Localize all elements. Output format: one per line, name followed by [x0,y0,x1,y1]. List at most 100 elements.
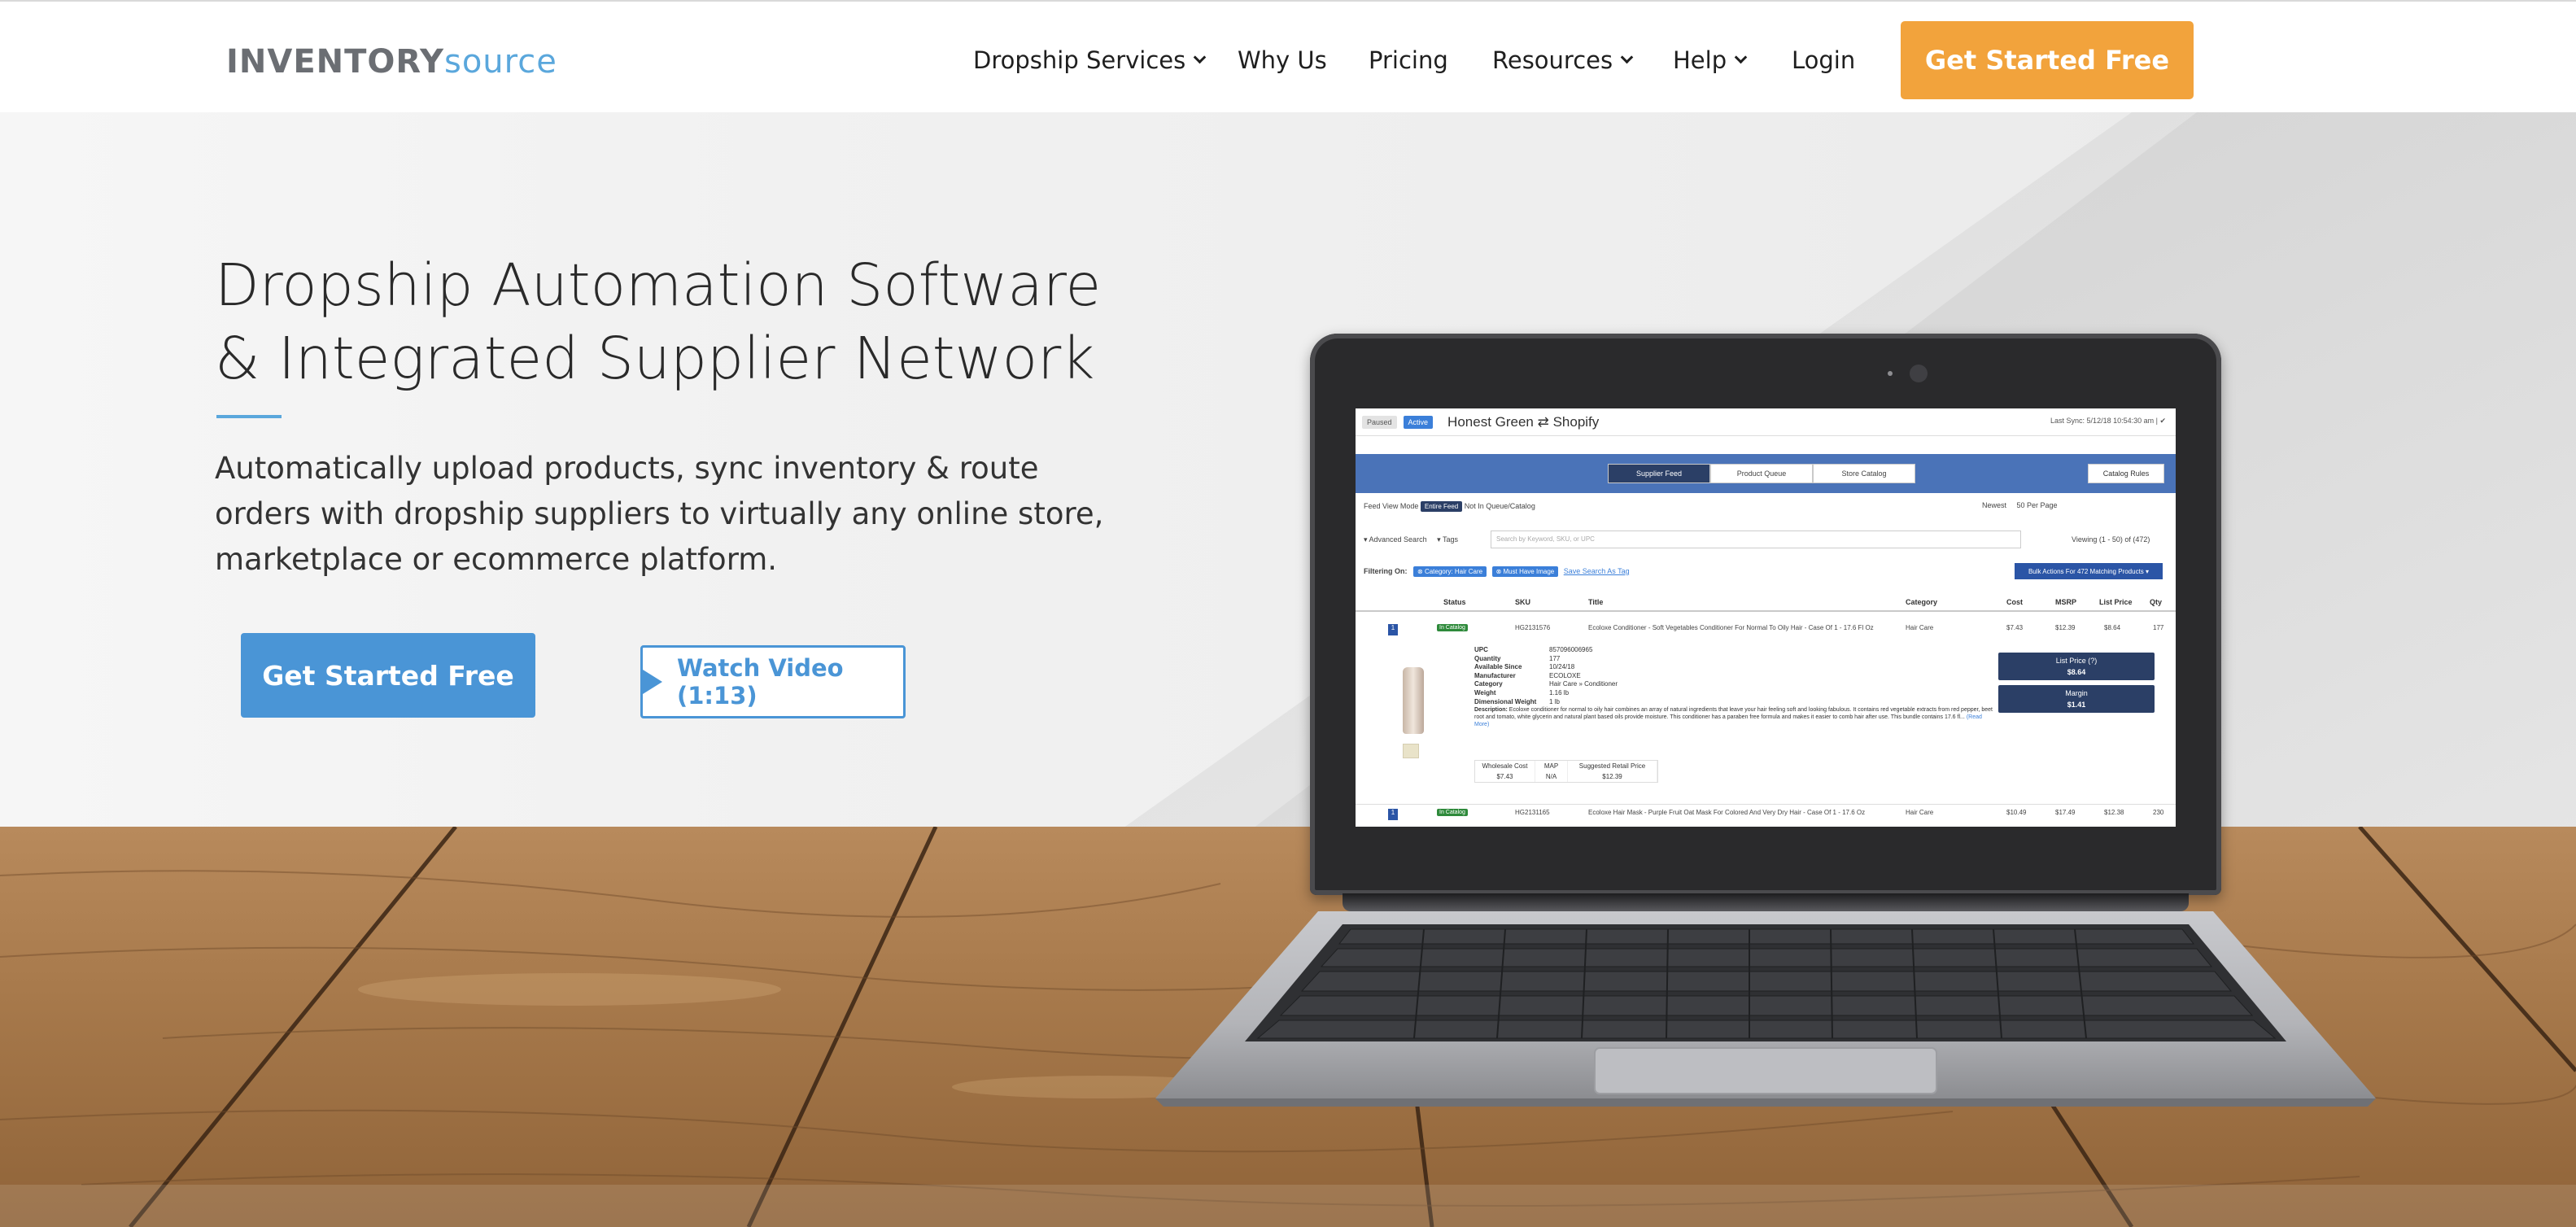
tab-product-queue: Product Queue [1710,464,1813,483]
detail-label: Dimensional Weight [1474,697,1537,705]
watch-video-button[interactable]: Watch Video (1:13) [640,645,906,718]
row-title: Ecoloxe Hair Mask - Purple Fruit Oat Mas… [1588,809,1866,816]
laptop-screen-app: Paused Active Honest Green ⇄ Shopify Las… [1356,408,2176,827]
store-name: Honest Green ⇄ Shopify [1447,413,1600,430]
catalog-rules-button: Catalog Rules [2088,464,2164,483]
detail-value: 10/24/18 [1549,663,1575,671]
pricing-value: N/A [1535,771,1568,782]
header-get-started-button[interactable]: Get Started Free [1901,21,2194,99]
hero-subtitle: Automatically upload products, sync inve… [215,451,1104,577]
list-price-box: List Price (?) $8.64 [1998,653,2155,680]
screen-search-input: Search by Keyword, SKU, or UPC [1491,531,2021,548]
description-text: Ecoloxe conditioner for normal to oily h… [1474,707,1993,721]
row-sku: HG2131165 [1515,809,1550,816]
product-bottle-thumbnail [1403,667,1424,734]
in-catalog-tag: In Catalog [1437,624,1468,631]
nav-why-us[interactable]: Why Us [1238,37,1327,83]
detail-label: Manufacturer [1474,671,1516,679]
webcam [1910,365,1928,382]
description-label: Description: [1474,707,1508,714]
nav-help[interactable]: Help [1673,37,1748,83]
feed-view-mode-row: Feed View Mode Entire Feed Not In Queue/… [1364,501,1535,512]
row-qty: 177 [2153,624,2164,631]
logo-text-source: source [443,43,557,81]
filtering-on-label: Filtering On: [1364,567,1408,575]
col-status: Status [1443,598,1466,606]
tab-store-catalog: Store Catalog [1813,464,1915,483]
viewing-count: Viewing (1 - 50) of (472) [2072,535,2150,544]
nav-label: Login [1792,46,1856,74]
chevron-down-icon [1620,50,1634,64]
screen-topbar: Paused Active Honest Green ⇄ Shopify Las… [1356,408,2176,436]
tags-toggle: ▾ Tags [1437,535,1458,544]
nav-pricing[interactable]: Pricing [1369,37,1448,83]
nav-resources[interactable]: Resources [1492,37,1634,83]
row-number: 1 [1388,624,1398,635]
pricing-header: MAP [1535,761,1568,771]
detail-label: Available Since [1474,663,1522,671]
detail-value: 1.16 lb [1549,688,1570,696]
laptop-base-keyboard [1155,911,2376,1107]
laptop-illustration: Paused Active Honest Green ⇄ Shopify Las… [1155,334,2392,1107]
filter-row: Filtering On: ⊗ Category: Hair Care ⊗ Mu… [1364,566,1630,577]
nav-label: Help [1673,46,1727,74]
per-page: 50 Per Page [2016,501,2058,509]
save-search-link: Save Search As Tag [1563,567,1630,575]
row-msrp: $12.39 [2055,624,2076,631]
not-in-queue-label: Not In Queue/Catalog [1464,502,1535,510]
filter-chip-image: ⊗ Must Have Image [1491,566,1559,577]
sort-controls: Newest 50 Per Page [1982,501,2058,509]
pricing-value: $12.39 [1568,771,1657,782]
detail-label: Category [1474,680,1503,688]
detail-value: 1 lb [1549,697,1560,705]
table-row: 1 In Catalog HG2131576 Ecoloxe Condition… [1356,620,2176,638]
hero-get-started-button[interactable]: Get Started Free [241,633,535,718]
feed-view-mode-label: Feed View Mode [1364,502,1419,510]
list-price-label: List Price (?) [2055,657,2098,665]
status-paused: Paused [1362,415,1397,429]
entire-feed-chip: Entire Feed [1420,501,1463,512]
site-header: INVENTORY source Dropship Services Why U… [0,2,2576,112]
row-cost: $7.43 [2006,624,2024,631]
hero-title-line2: & Integrated Supplier Network [215,325,1095,392]
list-price-value: $8.64 [2067,668,2086,676]
row-cost: $10.49 [2006,809,2027,816]
detail-value: Hair Care » Conditioner [1549,680,1618,688]
status-active: Active [1403,415,1434,429]
detail-label: UPC [1474,646,1488,653]
col-qty: Qty [2150,598,2163,606]
table-row: 1 In Catalog HG2131165 Ecoloxe Hair Mask… [1356,804,2176,822]
row-list-price: $12.38 [2104,809,2124,816]
col-sku: SKU [1515,598,1531,606]
nav-label: Resources [1492,46,1613,74]
detail-label: Weight [1474,688,1496,696]
nav-label: Why Us [1238,46,1327,74]
row-list-price: $8.64 [2104,624,2121,631]
detail-label: Quantity [1474,654,1501,662]
chevron-down-icon [1193,50,1207,64]
watch-video-label: Watch Video (1:13) [677,654,844,710]
margin-box: Margin $1.41 [1998,685,2155,713]
row-title: Ecoloxe Conditioner - Soft Vegetables Co… [1588,624,1874,631]
row-qty: 230 [2153,809,2164,816]
table-header: Status SKU Title Category Cost MSRP List… [1356,594,2176,612]
filter-chip-category: ⊗ Category: Hair Care [1413,566,1487,577]
pricing-table: Wholesale Cost MAP Suggested Retail Pric… [1474,760,1658,783]
row-sku: HG2131576 [1515,624,1551,631]
col-title: Title [1588,598,1604,606]
hero-title: Dropship Automation Software & Integrate… [215,249,1191,395]
product-detail: UPC 857096006965 Quantity 177 Available Si… [1474,646,1995,728]
nav-dropship-services[interactable]: Dropship Services [973,37,1207,83]
logo[interactable]: INVENTORY source [226,39,557,85]
tab-supplier-feed: Supplier Feed [1608,464,1710,483]
advanced-search: ▾ Advanced Search [1364,535,1427,544]
logo-text-inventory: INVENTORY [226,43,444,81]
camera-light [1888,371,1893,376]
nav-login[interactable]: Login [1792,37,1855,83]
row-msrp: $17.49 [2055,809,2076,816]
row-category: Hair Care [1906,624,1934,631]
play-icon [643,670,662,694]
nav-label: Pricing [1369,46,1448,74]
sort-newest: Newest [1982,501,2007,509]
bulk-actions-button: Bulk Actions For 472 Matching Products ▾ [2015,563,2163,579]
